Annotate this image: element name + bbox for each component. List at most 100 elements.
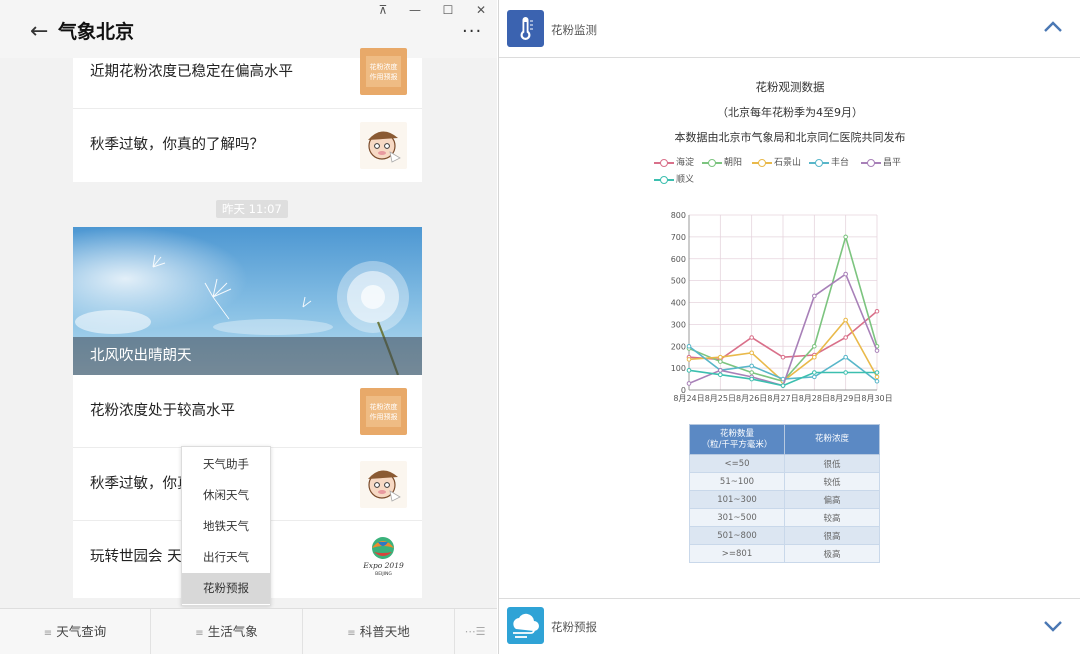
tab-weather-query[interactable]: ≡ 天气查询 <box>0 609 150 654</box>
menu-item-subway-weather[interactable]: 地铁天气 <box>182 511 270 542</box>
legend-label: 海淀 <box>676 158 695 168</box>
tab-label: 生活气象 <box>207 624 258 639</box>
data-point <box>843 354 848 360</box>
menu-item-travel-weather[interactable]: 出行天气 <box>182 542 270 573</box>
article-row[interactable]: 秋季过敏，你真的了解吗？ <box>73 109 422 182</box>
section-header-forecast[interactable]: 花粉预报 <box>499 598 1080 654</box>
minimize-button[interactable]: — <box>404 2 426 18</box>
table-header-line: （粒/千平方毫米） <box>701 439 773 450</box>
table-cell: 很高 <box>784 526 880 545</box>
maximize-button[interactable]: ☐ <box>437 2 459 18</box>
pin-button[interactable]: ⊼ <box>372 2 394 18</box>
legend-item[interactable]: 海淀 <box>654 156 694 170</box>
keyboard-toggle-icon[interactable]: ⋯☰ <box>455 609 495 654</box>
data-point <box>718 354 723 360</box>
data-point <box>749 335 754 340</box>
thermometer-icon <box>507 10 544 47</box>
more-options-icon[interactable]: ··· <box>462 20 482 44</box>
legend-item[interactable]: 昌平 <box>861 156 901 170</box>
legend-label: 顺义 <box>676 175 695 185</box>
data-point <box>812 343 817 349</box>
data-point <box>843 234 848 240</box>
pollen-forecast-thumb: 花粉浓度 作用预报 <box>360 48 407 95</box>
svg-text:BEIJING: BEIJING <box>375 571 392 577</box>
hero-image[interactable]: 北风吹出晴朗天 <box>73 227 422 375</box>
legend-label: 昌平 <box>883 158 902 168</box>
legend-swatch <box>752 158 772 168</box>
expo-logo-thumb: Expo 2019 BEIJING <box>360 532 407 579</box>
chart-subtitle: （北京每年花粉季为4至9月） <box>717 106 863 119</box>
legend-swatch <box>654 158 674 168</box>
data-point <box>874 378 880 384</box>
submenu-popup: 天气助手 休闲天气 地铁天气 出行天气 花粉预报 <box>181 446 271 606</box>
data-point <box>812 354 817 360</box>
tab-life-weather[interactable]: ≡ 生活气象 <box>151 609 302 654</box>
legend-item[interactable]: 朝阳 <box>702 156 742 170</box>
y-tick-label: 600 <box>671 255 686 264</box>
menu-lines-icon: ≡ <box>195 628 204 639</box>
y-tick-label: 500 <box>671 277 686 286</box>
table-cell: 301~500 <box>689 508 785 527</box>
data-point <box>686 357 692 362</box>
chart-source-note: 本数据由北京市气象局和北京同仁医院共同发布 <box>674 131 906 144</box>
article-row[interactable]: 近期花粉浓度已稳定在偏高水平 花粉浓度 作用预报 <box>73 36 422 109</box>
table-header-line: 花粉数量 <box>719 428 754 439</box>
legend-item[interactable]: 顺义 <box>654 173 694 187</box>
data-point <box>874 374 880 380</box>
svg-text:花粉浓度: 花粉浓度 <box>370 62 398 71</box>
table-row: >=801 极高 <box>689 544 880 563</box>
table-cell: 偏高 <box>784 490 880 509</box>
table-row: 51~100 较低 <box>689 472 880 491</box>
data-point <box>874 348 880 353</box>
x-tick-label: 8月25日 <box>705 394 736 403</box>
table-cell: 较低 <box>784 472 880 491</box>
y-tick-label: 400 <box>671 299 686 308</box>
menu-item-pollen-forecast[interactable]: 花粉预报 <box>182 573 270 604</box>
bottom-menu-bar: ≡ 天气查询 ≡ 生活气象 ≡ 科普天地 ⋯☰ <box>0 608 497 654</box>
menu-item-weather-assistant[interactable]: 天气助手 <box>182 449 270 480</box>
legend-swatch <box>861 158 881 168</box>
svg-text:作用预报: 作用预报 <box>370 412 398 421</box>
table-cell: >=801 <box>689 544 785 563</box>
data-point <box>780 383 786 388</box>
tab-science[interactable]: ≡ 科普天地 <box>303 609 454 654</box>
legend-swatch <box>654 175 674 185</box>
menu-item-leisure-weather[interactable]: 休闲天气 <box>182 480 270 511</box>
svg-text:花粉浓度: 花粉浓度 <box>370 402 398 411</box>
pollen-forecast-thumb: 花粉浓度 作用预报 <box>360 388 407 435</box>
x-tick-label: 8月28日 <box>799 394 830 403</box>
legend-label: 朝阳 <box>724 158 743 168</box>
legend-item[interactable]: 丰台 <box>809 156 849 170</box>
chart-title: 花粉观测数据 <box>755 80 825 94</box>
table-cell: 101~300 <box>689 490 785 509</box>
x-tick-label: 8月27日 <box>767 394 798 403</box>
data-point <box>686 381 692 386</box>
cartoon-thumb <box>360 461 407 508</box>
data-point <box>718 368 723 373</box>
tab-label: 天气查询 <box>56 624 107 639</box>
chevron-up-icon[interactable] <box>1043 20 1063 34</box>
x-tick-label: 8月24日 <box>673 394 704 403</box>
y-tick-label: 100 <box>671 364 686 373</box>
message-timestamp: 昨天 11:07 <box>216 200 288 218</box>
close-button[interactable]: ✕ <box>470 2 492 18</box>
article-row[interactable]: 花粉浓度处于较高水平 花粉浓度 作用预报 <box>73 375 422 448</box>
chevron-down-icon[interactable] <box>1043 619 1063 633</box>
data-point <box>749 350 754 356</box>
data-point <box>718 372 723 377</box>
legend-swatch <box>809 158 829 168</box>
svg-text:作用预报: 作用预报 <box>370 72 398 81</box>
legend-item[interactable]: 石景山 <box>752 156 801 170</box>
legend-label: 石景山 <box>774 158 802 168</box>
x-tick-label: 8月30日 <box>861 394 892 403</box>
y-tick-label: 800 <box>671 211 686 220</box>
back-arrow-icon[interactable]: ← <box>30 20 48 44</box>
cloud-wind-icon <box>507 607 544 644</box>
data-point <box>812 374 817 380</box>
data-point <box>874 370 880 375</box>
section-header-monitoring[interactable]: 花粉监测 <box>499 0 1080 58</box>
data-point <box>718 359 723 364</box>
y-tick-label: 300 <box>671 320 686 329</box>
table-row: 101~300 偏高 <box>689 490 880 509</box>
data-point <box>749 376 754 382</box>
